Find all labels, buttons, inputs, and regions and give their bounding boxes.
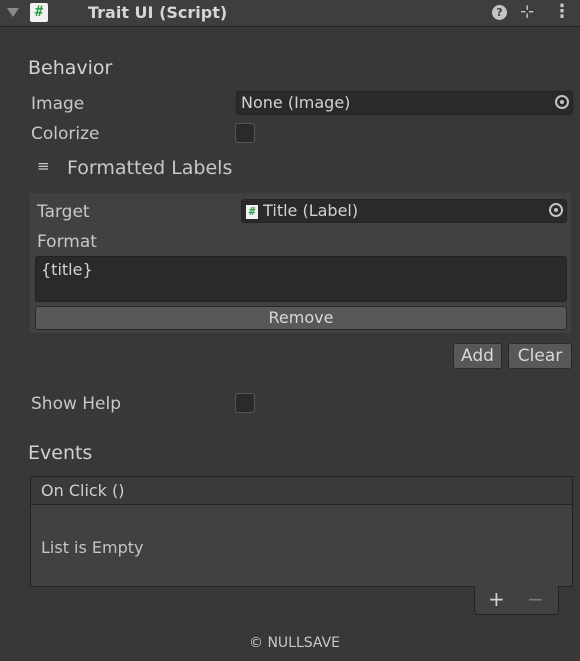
target-label: Target [37,202,90,222]
on-click-event-list: On Click () List is Empty [30,476,573,587]
target-picker-icon[interactable] [549,203,563,217]
copyright-text: © NULLSAVE [249,635,341,651]
list-empty-label: List is Empty [41,538,144,557]
clear-button[interactable]: Clear [508,343,572,369]
target-field-value: Title (Label) [263,201,359,220]
component-header: # Trait UI (Script) ? ⊹ ⋮ [0,0,580,27]
formatted-labels-label: Formatted Labels [67,157,233,179]
target-field[interactable]: # Title (Label) [241,199,567,223]
image-label: Image [31,94,85,114]
image-field[interactable]: None (Image) [236,91,573,115]
presets-icon[interactable]: ⊹ [520,2,534,22]
remove-button[interactable]: Remove [35,306,567,330]
event-list-footer: + − [474,586,559,615]
image-field-value: None (Image) [241,93,351,112]
context-menu-icon[interactable]: ⋮ [553,1,571,22]
foldout-arrow-icon[interactable] [7,8,19,17]
on-click-label: On Click () [41,481,125,500]
script-icon: # [30,3,48,22]
list-drag-icon[interactable]: ≡ [37,157,50,175]
help-icon[interactable]: ? [492,5,507,20]
show-help-label: Show Help [31,394,122,414]
colorize-checkbox[interactable] [235,123,255,143]
colorize-label: Colorize [31,124,100,144]
add-event-icon[interactable]: + [488,587,505,611]
add-button[interactable]: Add [453,343,502,369]
format-textarea[interactable]: {title} [35,256,567,302]
format-value: {title} [41,260,93,279]
on-click-header: On Click () [31,477,572,505]
behavior-section-label: Behavior [28,57,113,79]
label-script-icon: # [246,204,258,219]
show-help-checkbox[interactable] [235,393,255,413]
format-label: Format [37,232,97,252]
events-section-label: Events [28,442,93,464]
remove-event-icon[interactable]: − [527,587,544,611]
component-title: Trait UI (Script) [88,3,228,22]
object-picker-icon[interactable] [555,95,569,109]
